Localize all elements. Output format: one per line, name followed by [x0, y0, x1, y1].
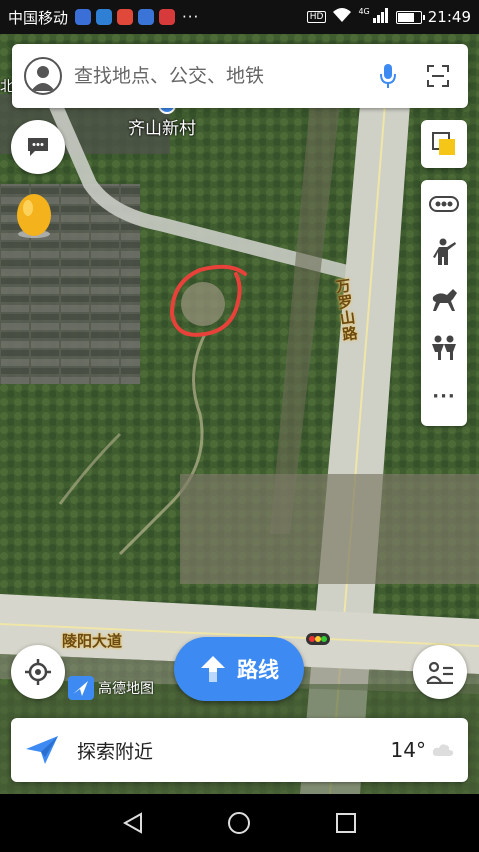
recents-square-icon: [335, 813, 356, 833]
hd-indicator: HD: [306, 11, 327, 23]
more-notifications: ···: [182, 8, 200, 26]
report-button[interactable]: [413, 645, 467, 699]
weather[interactable]: 14°: [391, 738, 454, 762]
recents-button[interactable]: [326, 803, 366, 843]
traffic-button[interactable]: [421, 180, 467, 228]
search-input[interactable]: [74, 65, 370, 87]
home-circle-icon: [228, 812, 251, 834]
app-notification-icon: [159, 9, 176, 25]
user-icon: [31, 66, 55, 91]
temperature: 14°: [390, 738, 426, 762]
poi-label[interactable]: 齐山新村: [128, 114, 196, 139]
street-view-button[interactable]: [421, 228, 467, 276]
travel-button[interactable]: [421, 276, 467, 324]
scan-icon: [427, 65, 449, 87]
paper-plane-icon: [26, 736, 58, 764]
message-button[interactable]: [11, 120, 65, 174]
route-arrow-icon: [201, 656, 225, 682]
team-button[interactable]: [421, 324, 467, 372]
people-icon: [432, 335, 456, 360]
layers-button[interactable]: [421, 120, 467, 168]
person-pointing-icon: [433, 238, 456, 265]
route-button[interactable]: 路线: [174, 637, 304, 701]
golden-egg-icon[interactable]: [14, 192, 54, 244]
traffic-icon: [429, 196, 459, 212]
cloud-icon: [432, 744, 454, 756]
explore-nearby-bar[interactable]: 探索附近 14°: [11, 718, 468, 782]
more-tools-button[interactable]: ···: [421, 372, 467, 420]
voice-search-button[interactable]: [370, 58, 406, 94]
person-list-icon: [426, 661, 453, 684]
app-notification-icon: [96, 9, 113, 25]
logo: 高德地图: [68, 676, 154, 700]
explore-label: 探索附近: [77, 740, 154, 763]
system-nav-bar: [0, 794, 479, 852]
locate-button[interactable]: [11, 645, 65, 699]
route-label: 路线: [237, 658, 279, 682]
layers-icon: [432, 132, 455, 155]
carrier-name: 中国移动: [8, 8, 69, 27]
search-bar[interactable]: [12, 44, 468, 108]
app-notification-icon: [75, 9, 92, 25]
road-label-horizontal: 陵阳大道: [62, 632, 123, 650]
chat-bubble-icon: [28, 138, 48, 156]
back-button[interactable]: [113, 803, 153, 843]
map-tools-panel: ···: [421, 180, 467, 426]
scan-button[interactable]: [420, 58, 456, 94]
microphone-icon: [380, 64, 396, 88]
wifi-icon: [332, 7, 352, 27]
home-button[interactable]: [219, 803, 259, 843]
horse-icon: [432, 289, 457, 311]
clock: 21:49: [427, 8, 471, 26]
app-notification-icon: [138, 9, 155, 25]
app-notification-icon: [117, 9, 134, 25]
battery-icon: [395, 10, 425, 24]
back-triangle-icon: [123, 812, 143, 834]
battery-level: [397, 12, 414, 22]
network-type: 4G: [358, 6, 370, 16]
status-bar: 中国移动 ··· HD 4G 21:49: [0, 0, 479, 34]
avatar[interactable]: [24, 57, 62, 95]
crosshair-icon: [25, 659, 51, 685]
amap-logo-icon: [68, 676, 94, 700]
signal-icon: [372, 7, 390, 27]
logo-text: 高德地图: [98, 681, 154, 697]
